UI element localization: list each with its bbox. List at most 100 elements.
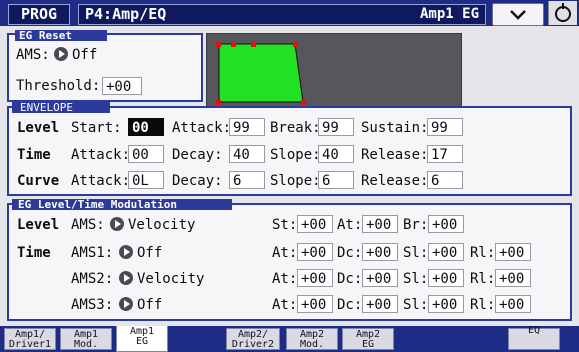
arrow-right-icon xyxy=(119,271,133,285)
mod-time-row-label: Time xyxy=(17,245,51,261)
tab-amp1-mod[interactable]: Amp1 Mod. xyxy=(60,328,112,350)
ams1-at-field[interactable]: +00 xyxy=(297,243,333,261)
title-bar: PROG P4:Amp/EQ Amp1 EG xyxy=(0,0,579,26)
curve-release-label: Release: xyxy=(361,173,429,189)
eg-point-start xyxy=(216,42,221,47)
mod-level-at-field[interactable]: +00 xyxy=(362,215,398,233)
eg-curve-plot xyxy=(207,42,461,111)
tab-line2: Mod. xyxy=(299,339,325,350)
ams1-at-label: At: xyxy=(272,245,298,261)
level-break-label: Break: xyxy=(270,120,321,136)
time-slope-field[interactable]: 40 xyxy=(318,145,354,163)
mod-level-row-label: Level xyxy=(17,217,60,233)
time-row-label: Time xyxy=(17,147,51,163)
time-attack-field[interactable]: 00 xyxy=(128,145,164,163)
ams1-sl-field[interactable]: +00 xyxy=(428,243,464,261)
time-release-label: Release: xyxy=(361,147,429,163)
mod-level-at-label: At: xyxy=(337,217,363,233)
threshold-field[interactable]: +00 xyxy=(102,77,142,95)
level-start-label: Start: xyxy=(71,120,122,136)
ams2-label: AMS2: xyxy=(71,271,114,287)
envelope-header: ENVELOPE xyxy=(12,102,110,113)
curve-slope-label: Slope: xyxy=(270,173,321,189)
eg-reset-ams-selector[interactable]: Off xyxy=(54,46,97,64)
ams2-sl-field[interactable]: +00 xyxy=(428,269,464,287)
tab-amp2-mod[interactable]: Amp2 Mod. xyxy=(286,328,338,350)
ams2-rl-field[interactable]: +00 xyxy=(495,269,531,287)
ams2-at-field[interactable]: +00 xyxy=(297,269,333,287)
arrow-right-icon xyxy=(54,47,68,61)
curve-slope-field[interactable]: 6 xyxy=(318,171,354,189)
eg-reset-ams-value: Off xyxy=(72,47,98,63)
tab-amp1-driver1[interactable]: Amp1/Driver1 xyxy=(4,328,56,350)
level-attack-label: Attack: xyxy=(172,120,232,136)
curve-attack-label: Attack: xyxy=(71,173,131,189)
tab-amp2-eg[interactable]: Amp2 EG xyxy=(342,328,394,350)
eg-graph xyxy=(206,33,462,112)
time-decay-field[interactable]: 40 xyxy=(229,145,265,163)
mod-level-br-field[interactable]: +00 xyxy=(428,215,464,233)
ams3-sl-label: Sl: xyxy=(403,297,429,313)
modulation-header: EG Level/Time Modulation xyxy=(12,199,232,210)
ams2-at-label: At: xyxy=(272,271,298,287)
amp-eg-screen: PROG P4:Amp/EQ Amp1 EG EG Reset AMS: Off… xyxy=(0,0,579,352)
time-decay-label: Decay: xyxy=(172,147,223,163)
tab-line2: EQ xyxy=(527,325,541,336)
ams3-label: AMS3: xyxy=(71,297,114,313)
ams2-dc-field[interactable]: +00 xyxy=(362,269,398,287)
tab-line2: Driver1 xyxy=(8,339,52,350)
level-sustain-field[interactable]: 99 xyxy=(427,118,463,136)
ams2-value: Velocity xyxy=(137,271,205,287)
curve-attack-field[interactable]: 0L xyxy=(128,171,164,189)
level-start-field[interactable]: 00 xyxy=(128,118,164,136)
mod-level-ams-value: Velocity xyxy=(128,217,196,233)
mod-level-br-label: Br: xyxy=(403,217,429,233)
mod-level-st-field[interactable]: +00 xyxy=(297,215,333,233)
corner-button[interactable] xyxy=(548,1,577,25)
tab-line2: Driver2 xyxy=(231,339,275,350)
ams1-sl-label: Sl: xyxy=(403,245,429,261)
level-attack-field[interactable]: 99 xyxy=(229,118,265,136)
ams1-dc-label: Dc: xyxy=(337,245,363,261)
tab-amp2-driver2[interactable]: Amp2/Driver2 xyxy=(226,328,280,350)
ams3-rl-field[interactable]: +00 xyxy=(495,295,531,313)
ams2-selector[interactable]: Velocity xyxy=(119,270,204,288)
curve-decay-field[interactable]: 6 xyxy=(229,171,265,189)
ams1-rl-field[interactable]: +00 xyxy=(495,243,531,261)
ams3-at-label: At: xyxy=(272,297,298,313)
ams2-dc-label: Dc: xyxy=(337,271,363,287)
ams3-dc-field[interactable]: +00 xyxy=(362,295,398,313)
time-slope-label: Slope: xyxy=(270,147,321,163)
ams3-sl-field[interactable]: +00 xyxy=(428,295,464,313)
arrow-right-icon xyxy=(110,217,124,231)
ams2-sl-label: Sl: xyxy=(403,271,429,287)
ams3-selector[interactable]: Off xyxy=(119,296,162,314)
arrow-right-icon xyxy=(119,245,133,259)
ams2-rl-label: Rl: xyxy=(470,271,496,287)
eg-reset-header: EG Reset xyxy=(15,30,107,41)
ams1-dc-field[interactable]: +00 xyxy=(362,243,398,261)
tab-amp1-eg[interactable]: Amp1 EG xyxy=(116,326,168,352)
curve-row-label: Curve xyxy=(17,173,60,189)
level-break-field[interactable]: 99 xyxy=(318,118,354,136)
ams1-rl-label: Rl: xyxy=(470,245,496,261)
eg-point-release-end xyxy=(301,100,306,105)
chevron-down-icon xyxy=(510,10,526,20)
ams1-selector[interactable]: Off xyxy=(119,244,162,262)
eg-point-release-start xyxy=(216,100,221,105)
ams1-label: AMS1: xyxy=(71,245,114,261)
page-menu-button[interactable] xyxy=(492,3,544,26)
ams1-value: Off xyxy=(137,245,163,261)
ams3-dc-label: Dc: xyxy=(337,297,363,313)
tab-eq[interactable]: EQ xyxy=(508,325,560,350)
eg-point-break xyxy=(251,42,256,47)
tab-line2: EG xyxy=(135,336,149,347)
ams3-at-field[interactable]: +00 xyxy=(297,295,333,313)
mod-level-ams-selector[interactable]: Velocity xyxy=(110,216,195,234)
time-release-field[interactable]: 17 xyxy=(427,145,463,163)
time-attack-label: Attack: xyxy=(71,147,131,163)
level-row-label: Level xyxy=(17,120,60,136)
curve-release-field[interactable]: 6 xyxy=(427,171,463,189)
level-sustain-label: Sustain: xyxy=(361,120,429,136)
mode-label[interactable]: PROG xyxy=(8,4,70,25)
